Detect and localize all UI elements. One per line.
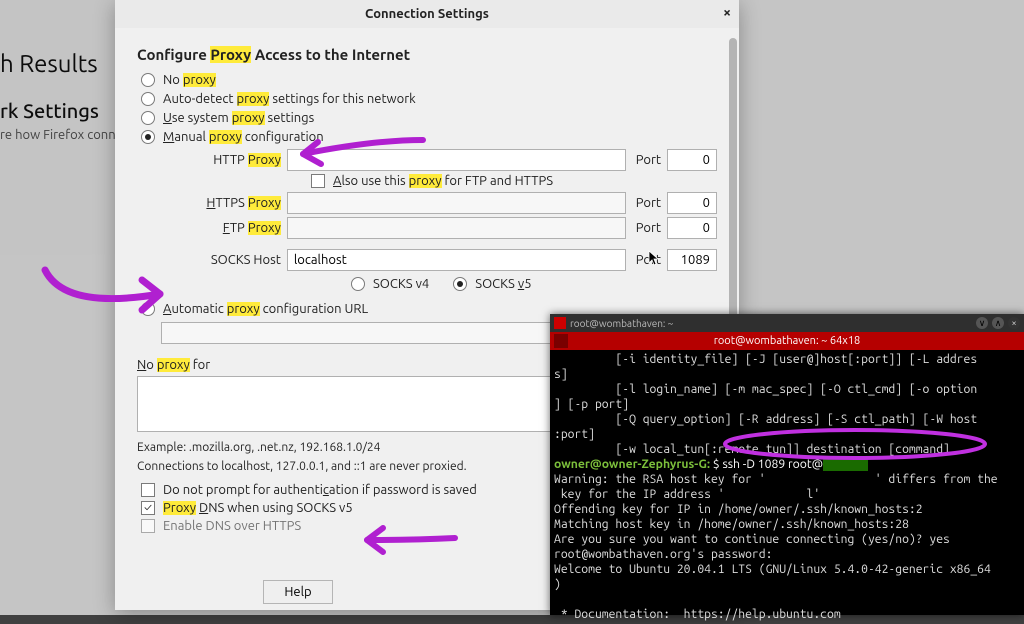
radio-auto-detect[interactable]: Auto-detect proxy settings for this netw… (137, 92, 717, 106)
section-heading: Configure Proxy Access to the Internet (137, 46, 717, 63)
help-button[interactable]: Help (263, 580, 333, 604)
terminal-title-bar: root@wombathaven: ~ 64x18 (550, 332, 1024, 350)
radio-no-proxy[interactable]: No proxy (137, 73, 717, 87)
terminal-tab-bar[interactable]: root@wombathaven: ~ ∨ ∧ × (550, 314, 1024, 332)
dialog-titlebar: Connection Settings × (115, 0, 739, 28)
terminal-window: root@wombathaven: ~ ∨ ∧ × root@wombathav… (550, 314, 1024, 615)
https-proxy-label: HTTPS Proxy (185, 196, 281, 210)
port-label: Port (636, 153, 661, 167)
http-port-input[interactable] (667, 149, 717, 171)
socks-host-input[interactable] (287, 249, 626, 271)
https-proxy-input[interactable] (287, 192, 626, 214)
terminal-tab-title: root@wombathaven: ~ (570, 318, 673, 329)
https-port-input[interactable] (667, 192, 717, 214)
socks-host-label: SOCKS Host (185, 253, 281, 267)
ftp-proxy-input[interactable] (287, 217, 626, 239)
terminal-body[interactable]: [-i identity_file] [-J [user@]host[:port… (550, 350, 1024, 624)
dialog-title: Connection Settings (365, 7, 489, 21)
close-icon[interactable]: × (723, 4, 731, 20)
http-proxy-input[interactable] (287, 149, 626, 171)
terminal-icon (554, 334, 568, 348)
socks-port-input[interactable] (667, 249, 717, 271)
radio-system-proxy[interactable]: Use system proxy settings (137, 111, 717, 125)
maximize-icon[interactable]: ∧ (992, 317, 1004, 329)
ftp-proxy-label: FTP Proxy (185, 221, 281, 235)
close-window-icon[interactable]: × (1008, 317, 1020, 329)
no-proxy-label: No proxy for (137, 358, 210, 372)
scrollbar-thumb[interactable] (729, 38, 737, 318)
http-proxy-label: HTTP Proxy (185, 153, 281, 167)
radio-socks-v5[interactable]: SOCKS v5 (449, 277, 531, 291)
also-use-checkbox[interactable]: Also use this proxy for FTP and HTTPS (307, 174, 717, 188)
terminal-app-icon (554, 317, 566, 329)
radio-socks-v4[interactable]: SOCKS v4 (347, 277, 429, 291)
radio-manual-proxy[interactable]: Manual proxy configuration (137, 130, 717, 144)
terminal-title: root@wombathaven: ~ 64x18 (714, 335, 861, 347)
ftp-port-input[interactable] (667, 217, 717, 239)
mouse-cursor-icon (648, 250, 660, 266)
minimize-icon[interactable]: ∨ (976, 317, 988, 329)
